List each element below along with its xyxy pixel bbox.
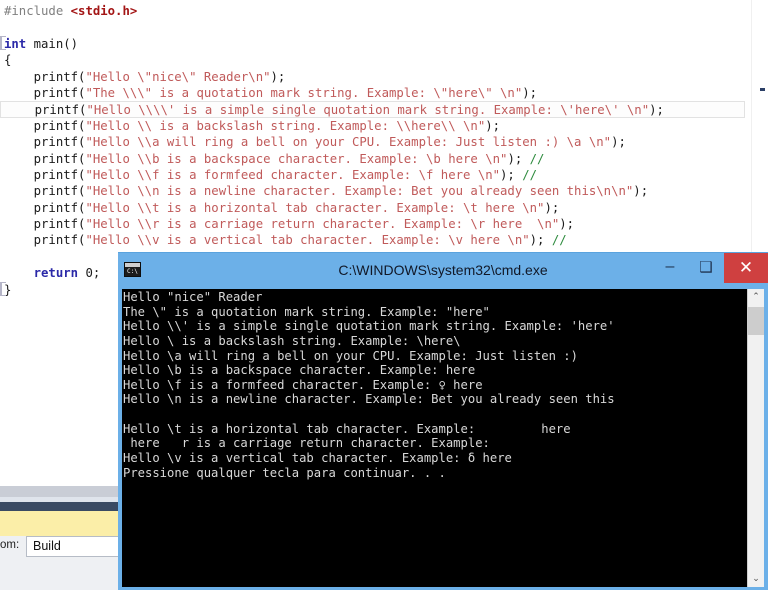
code-token: 0;: [85, 266, 101, 281]
console-output-line: Hello \b is a backspace character. Examp…: [123, 363, 476, 378]
panel-filler: [0, 558, 120, 590]
panel-field-label: om:: [0, 539, 20, 551]
code-token: printf(: [4, 233, 86, 248]
code-token: );: [500, 167, 523, 182]
code-token: printf(: [4, 118, 86, 133]
code-token: "Hello \\v is a vertical tab character. …: [85, 233, 530, 248]
code-token: #include: [4, 4, 71, 18]
code-token: printf(: [4, 184, 86, 199]
code-line[interactable]: printf("Hello \\a will ring a bell on yo…: [0, 134, 745, 150]
code-token: printf(: [4, 200, 86, 215]
maximize-icon: ❑: [699, 259, 713, 276]
console-output-line: Hello \a will ring a bell on your CPU. E…: [123, 348, 578, 363]
console-output-line: Hello \f is a formfeed character. Exampl…: [123, 377, 483, 392]
code-token: );: [507, 151, 530, 166]
code-token: "Hello \"nice\" Reader\n": [85, 69, 271, 84]
code-token: int: [4, 36, 34, 51]
code-line[interactable]: printf("Hello \\v is a vertical tab char…: [0, 232, 745, 248]
code-line[interactable]: int main(): [0, 35, 745, 52]
console-output-line: The \" is a quotation mark string. Examp…: [123, 304, 490, 319]
scrollbar-thumb[interactable]: [748, 307, 764, 335]
code-token: "Hello \\t is a horizontal tab character…: [85, 200, 545, 215]
console-output-line: Hello \n is a newline character. Example…: [123, 392, 615, 407]
code-token: "Hello \\a will ring a bell on your CPU.…: [85, 135, 612, 150]
panel-title-bar: [0, 502, 120, 511]
code-line[interactable]: printf("Hello \\ is a backslash string. …: [0, 118, 745, 134]
panel-white-strip: [0, 478, 120, 486]
console-vertical-scrollbar[interactable]: ⌃ ⌄: [747, 289, 764, 587]
minimize-button[interactable]: –: [652, 253, 688, 281]
code-fold-marker-icon[interactable]: [0, 281, 6, 296]
code-token: printf(: [5, 103, 87, 118]
panel-yellow-area: [0, 511, 120, 536]
code-token: );: [611, 135, 626, 150]
console-output-line: here r is a carriage return character. E…: [123, 436, 490, 451]
code-line[interactable]: printf("Hello \\f is a formfeed characte…: [0, 167, 745, 183]
console-output-line: Hello "nice" Reader: [123, 290, 263, 304]
code-token: printf(: [4, 217, 86, 232]
code-token: "Hello \\\\' is a simple single quotatio…: [86, 103, 650, 118]
code-token: //: [529, 151, 545, 166]
code-token: printf(: [4, 151, 86, 166]
console-output-line: Hello \v is a vertical tab character. Ex…: [123, 451, 512, 466]
console-output-text: Hello "nice" Reader The \" is a quotation…: [123, 290, 615, 480]
editor-scroll-marker: [760, 88, 765, 91]
code-token: printf(: [4, 167, 86, 182]
scroll-up-icon[interactable]: ⌃: [748, 289, 764, 305]
code-line[interactable]: {: [0, 52, 745, 68]
code-token: printf(: [4, 69, 86, 84]
code-line[interactable]: printf("Hello \\n is a newline character…: [0, 183, 745, 199]
console-output-area[interactable]: Hello "nice" Reader The \" is a quotation…: [122, 289, 764, 587]
code-token: //: [522, 167, 538, 182]
code-token: main(): [33, 36, 79, 51]
console-right-border: [764, 289, 768, 590]
close-button[interactable]: ✕: [724, 253, 768, 283]
code-line[interactable]: #include <stdio.h>: [0, 3, 745, 19]
code-token: <stdio.h>: [70, 4, 138, 18]
code-token: );: [559, 217, 575, 232]
maximize-button[interactable]: ❑: [688, 253, 724, 281]
code-token: {: [4, 53, 12, 68]
close-icon: ✕: [738, 258, 754, 277]
code-line[interactable]: printf("The \\\" is a quotation mark str…: [0, 85, 745, 101]
cmd-console-window[interactable]: C:\ C:\WINDOWS\system32\cmd.exe – ❑ ✕ He…: [118, 252, 768, 590]
code-token: printf(: [4, 85, 86, 100]
code-token: );: [544, 200, 560, 215]
code-token: //: [551, 233, 567, 248]
console-output-line: Hello \t is a horizontal tab character. …: [123, 421, 571, 436]
code-token: "The \\\" is a quotation mark string. Ex…: [85, 85, 523, 100]
panel-grey-strip: [0, 486, 120, 497]
code-line[interactable]: printf("Hello \\b is a backspace charact…: [0, 151, 745, 167]
code-fold-marker-icon[interactable]: [0, 35, 6, 50]
code-token: );: [522, 85, 538, 100]
code-token: );: [649, 103, 664, 118]
code-line[interactable]: printf("Hello \"nice\" Reader\n");: [0, 69, 745, 85]
console-output-line: Hello \\' is a simple single quotation m…: [123, 319, 615, 334]
code-token: return: [4, 266, 86, 281]
console-title-bar[interactable]: C:\ C:\WINDOWS\system32\cmd.exe – ❑ ✕: [118, 253, 768, 289]
code-token: );: [529, 233, 552, 248]
code-token: printf(: [4, 135, 86, 150]
code-token: );: [485, 118, 501, 133]
code-token: );: [270, 69, 286, 84]
console-output-line: Pressione qualquer tecla para continuar.…: [123, 465, 446, 480]
code-line[interactable]: printf("Hello \\r is a carriage return c…: [0, 216, 745, 232]
code-token: );: [633, 184, 649, 199]
code-token: "Hello \\ is a backslash string. Example…: [85, 118, 486, 133]
code-token: "Hello \\f is a formfeed character. Exam…: [85, 167, 501, 182]
minimize-icon: –: [665, 258, 675, 275]
scroll-down-icon[interactable]: ⌄: [748, 571, 764, 587]
screen-root: #include <stdio.h> int main(){ printf("H…: [0, 0, 768, 590]
code-token: "Hello \\n is a newline character. Examp…: [85, 184, 634, 199]
code-token: "Hello \\r is a carriage return characte…: [85, 217, 560, 232]
code-line-current[interactable]: printf("Hello \\\\' is a simple single q…: [0, 101, 745, 118]
code-token: "Hello \\b is a backspace character. Exa…: [85, 151, 508, 166]
build-dropdown-value: Build: [33, 539, 61, 553]
code-line[interactable]: printf("Hello \\t is a horizontal tab ch…: [0, 200, 745, 216]
console-output-line: Hello \ is a backslash string. Example: …: [123, 333, 461, 348]
